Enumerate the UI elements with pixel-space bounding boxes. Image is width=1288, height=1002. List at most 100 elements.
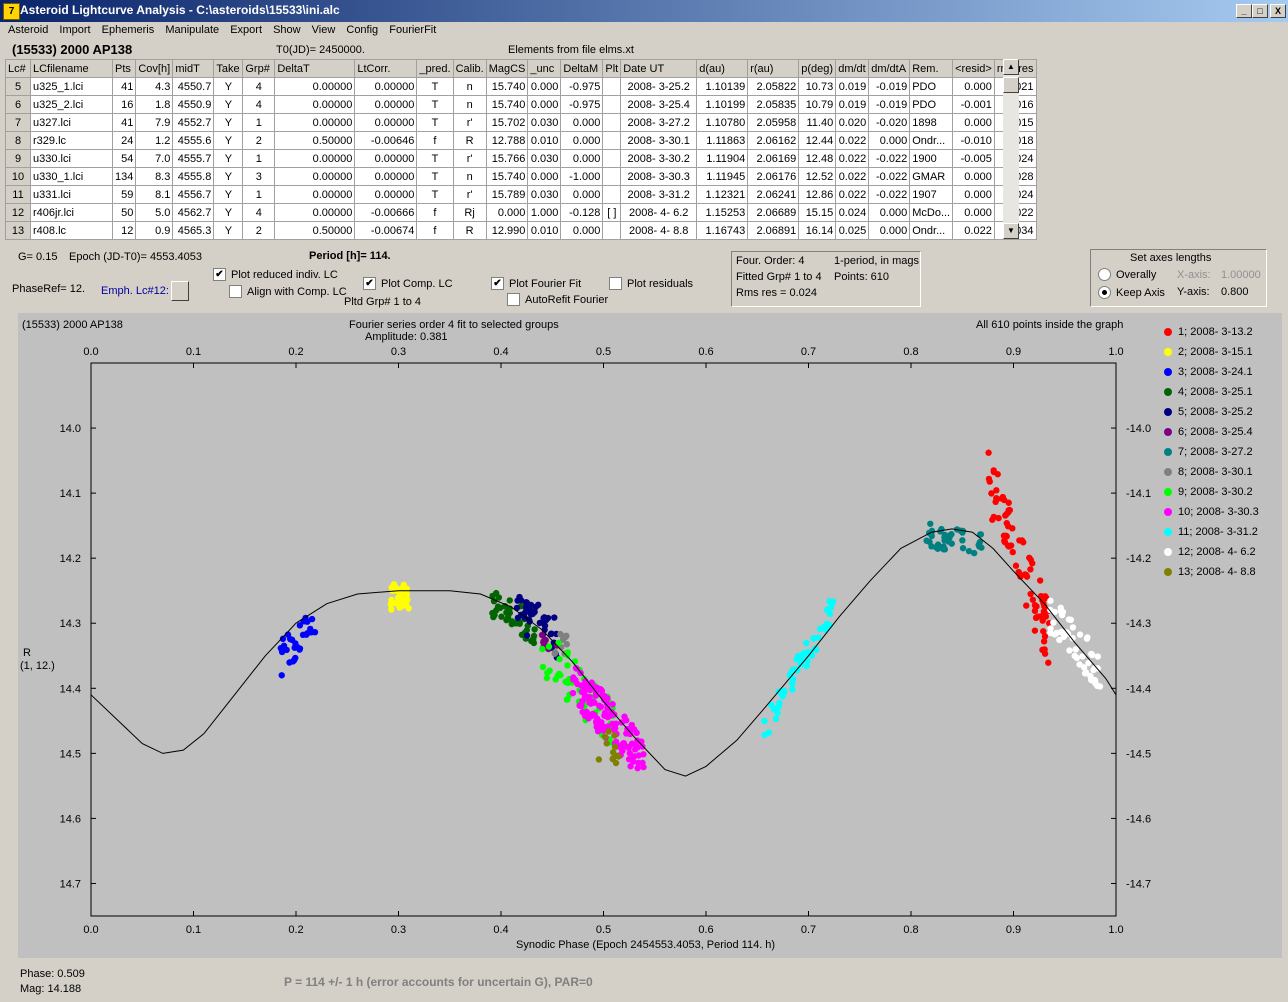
table-cell[interactable]: 0.000 (485, 203, 529, 222)
table-cell[interactable]: 0.000 (527, 77, 562, 96)
table-cell[interactable]: 2 (242, 131, 276, 150)
column-header[interactable]: LCfilename (30, 59, 113, 78)
row-header[interactable]: 10 (5, 167, 31, 186)
table-cell[interactable]: r' (452, 113, 487, 132)
table-cell[interactable]: 0.00000 (274, 167, 356, 186)
table-cell[interactable]: 0.00000 (354, 113, 418, 132)
table-cell[interactable]: 4 (242, 95, 276, 114)
table-cell[interactable]: 4555.6 (172, 131, 215, 150)
table-cell[interactable]: 1.10139 (696, 77, 749, 96)
table-cell[interactable]: T (416, 185, 454, 204)
table-cell[interactable]: 0.00000 (274, 149, 356, 168)
table-cell[interactable]: 24 (111, 131, 137, 150)
table-row[interactable]: 7 u327.lci 41 7.9 4552.7 Y 1 0.00000 0.00000 Tr' 1… (5, 113, 1037, 132)
column-header[interactable]: Rem. (909, 59, 954, 78)
table-cell[interactable]: R (452, 131, 487, 150)
table-cell[interactable]: 0.00000 (354, 149, 418, 168)
table-cell[interactable]: 54 (111, 149, 137, 168)
table-cell[interactable]: 41 (111, 113, 137, 132)
table-cell[interactable]: r329.lc (30, 131, 113, 150)
plot-reduced-box[interactable]: ✔ (213, 268, 226, 281)
table-cell[interactable]: 0.000 (952, 167, 995, 186)
table-cell[interactable]: 0.022 (835, 131, 870, 150)
table-cell[interactable]: T (416, 167, 454, 186)
scroll-down-arrow-icon[interactable]: ▼ (1003, 223, 1019, 239)
table-cell[interactable]: 0.019 (835, 95, 870, 114)
table-cell[interactable]: 2008- 3-27.2 (620, 113, 698, 132)
column-header[interactable]: Calib. (452, 59, 487, 78)
menu-manipulate[interactable]: Manipulate (161, 22, 223, 38)
table-cell[interactable]: 2008- 3-25.2 (620, 77, 698, 96)
table-cell[interactable]: [ ] (602, 203, 622, 222)
table-cell[interactable]: 1.16743 (696, 221, 749, 240)
table-cell[interactable]: 0.022 (835, 185, 870, 204)
table-cell[interactable]: 0.022 (835, 149, 870, 168)
table-cell[interactable]: 59 (111, 185, 137, 204)
menu-show[interactable]: Show (269, 22, 305, 38)
table-cell[interactable]: 0.010 (527, 221, 562, 240)
table-cell[interactable]: 0.000 (560, 131, 604, 150)
table-cell[interactable]: 12.44 (798, 131, 837, 150)
menu-asteroid[interactable]: Asteroid (4, 22, 52, 38)
row-header[interactable]: 9 (5, 149, 31, 168)
table-cell[interactable]: 12.86 (798, 185, 837, 204)
table-cell[interactable]: 2008- 3-30.3 (620, 167, 698, 186)
row-header[interactable]: 12 (5, 203, 31, 222)
table-cell[interactable]: 1.11945 (696, 167, 749, 186)
table-cell[interactable]: Y (213, 77, 244, 96)
table-cell[interactable]: 2.05958 (747, 113, 800, 132)
table-cell[interactable]: 2.06169 (747, 149, 800, 168)
close-button[interactable]: X (1270, 4, 1286, 18)
table-cell[interactable]: 1.2 (135, 131, 174, 150)
table-cell[interactable]: 11.40 (798, 113, 837, 132)
row-header[interactable]: 5 (5, 77, 31, 96)
table-cell[interactable]: 4556.7 (172, 185, 215, 204)
table-cell[interactable]: PDO (909, 95, 954, 114)
table-cell[interactable]: 1898 (909, 113, 954, 132)
table-cell[interactable] (602, 131, 622, 150)
table-cell[interactable]: f (416, 203, 454, 222)
menu-export[interactable]: Export (226, 22, 266, 38)
table-cell[interactable]: 50 (111, 203, 137, 222)
lightcurve-graph[interactable]: (15533) 2000 AP138 Fourier series order … (18, 313, 1282, 958)
table-cell[interactable]: Y (213, 95, 244, 114)
emph-spinner[interactable] (171, 281, 189, 301)
yaxis-value[interactable]: 0.800 (1221, 286, 1249, 298)
table-cell[interactable]: 4550.9 (172, 95, 215, 114)
table-cell[interactable]: 1.15253 (696, 203, 749, 222)
table-cell[interactable]: n (452, 95, 487, 114)
table-cell[interactable]: -0.022 (868, 185, 911, 204)
table-cell[interactable]: 10.73 (798, 77, 837, 96)
menu-import[interactable]: Import (55, 22, 94, 38)
table-cell[interactable]: r408.lc (30, 221, 113, 240)
table-cell[interactable]: PDO (909, 77, 954, 96)
autorefit-checkbox[interactable]: AutoRefit Fourier (507, 293, 608, 306)
table-cell[interactable]: -0.128 (560, 203, 604, 222)
table-cell[interactable]: 3 (242, 167, 276, 186)
column-header[interactable]: _pred. (416, 59, 454, 78)
table-cell[interactable]: 2008- 4- 8.8 (620, 221, 698, 240)
table-cell[interactable]: 0.9 (135, 221, 174, 240)
table-cell[interactable] (602, 167, 622, 186)
overally-radio-button[interactable] (1098, 268, 1111, 281)
table-cell[interactable]: n (452, 167, 487, 186)
menu-config[interactable]: Config (342, 22, 382, 38)
table-cell[interactable]: 2008- 3-31.2 (620, 185, 698, 204)
table-cell[interactable]: 12.788 (485, 131, 529, 150)
column-header[interactable]: Take (213, 59, 244, 78)
table-cell[interactable]: -0.00674 (354, 221, 418, 240)
table-cell[interactable]: 0.000 (527, 95, 562, 114)
table-cell[interactable]: Y (213, 113, 244, 132)
row-header[interactable]: 8 (5, 131, 31, 150)
table-cell[interactable]: 12.990 (485, 221, 529, 240)
row-header[interactable]: 7 (5, 113, 31, 132)
table-cell[interactable]: GMAR (909, 167, 954, 186)
table-row[interactable]: 8 r329.lc 24 1.2 4555.6 Y 2 0.50000 -0.00646 f R 12… (5, 131, 1037, 150)
table-cell[interactable]: 41 (111, 77, 137, 96)
table-cell[interactable]: 15.702 (485, 113, 529, 132)
table-cell[interactable] (602, 221, 622, 240)
table-cell[interactable]: Y (213, 185, 244, 204)
table-cell[interactable]: 1 (242, 113, 276, 132)
row-header[interactable]: 6 (5, 95, 31, 114)
column-header[interactable]: _unc (527, 59, 562, 78)
